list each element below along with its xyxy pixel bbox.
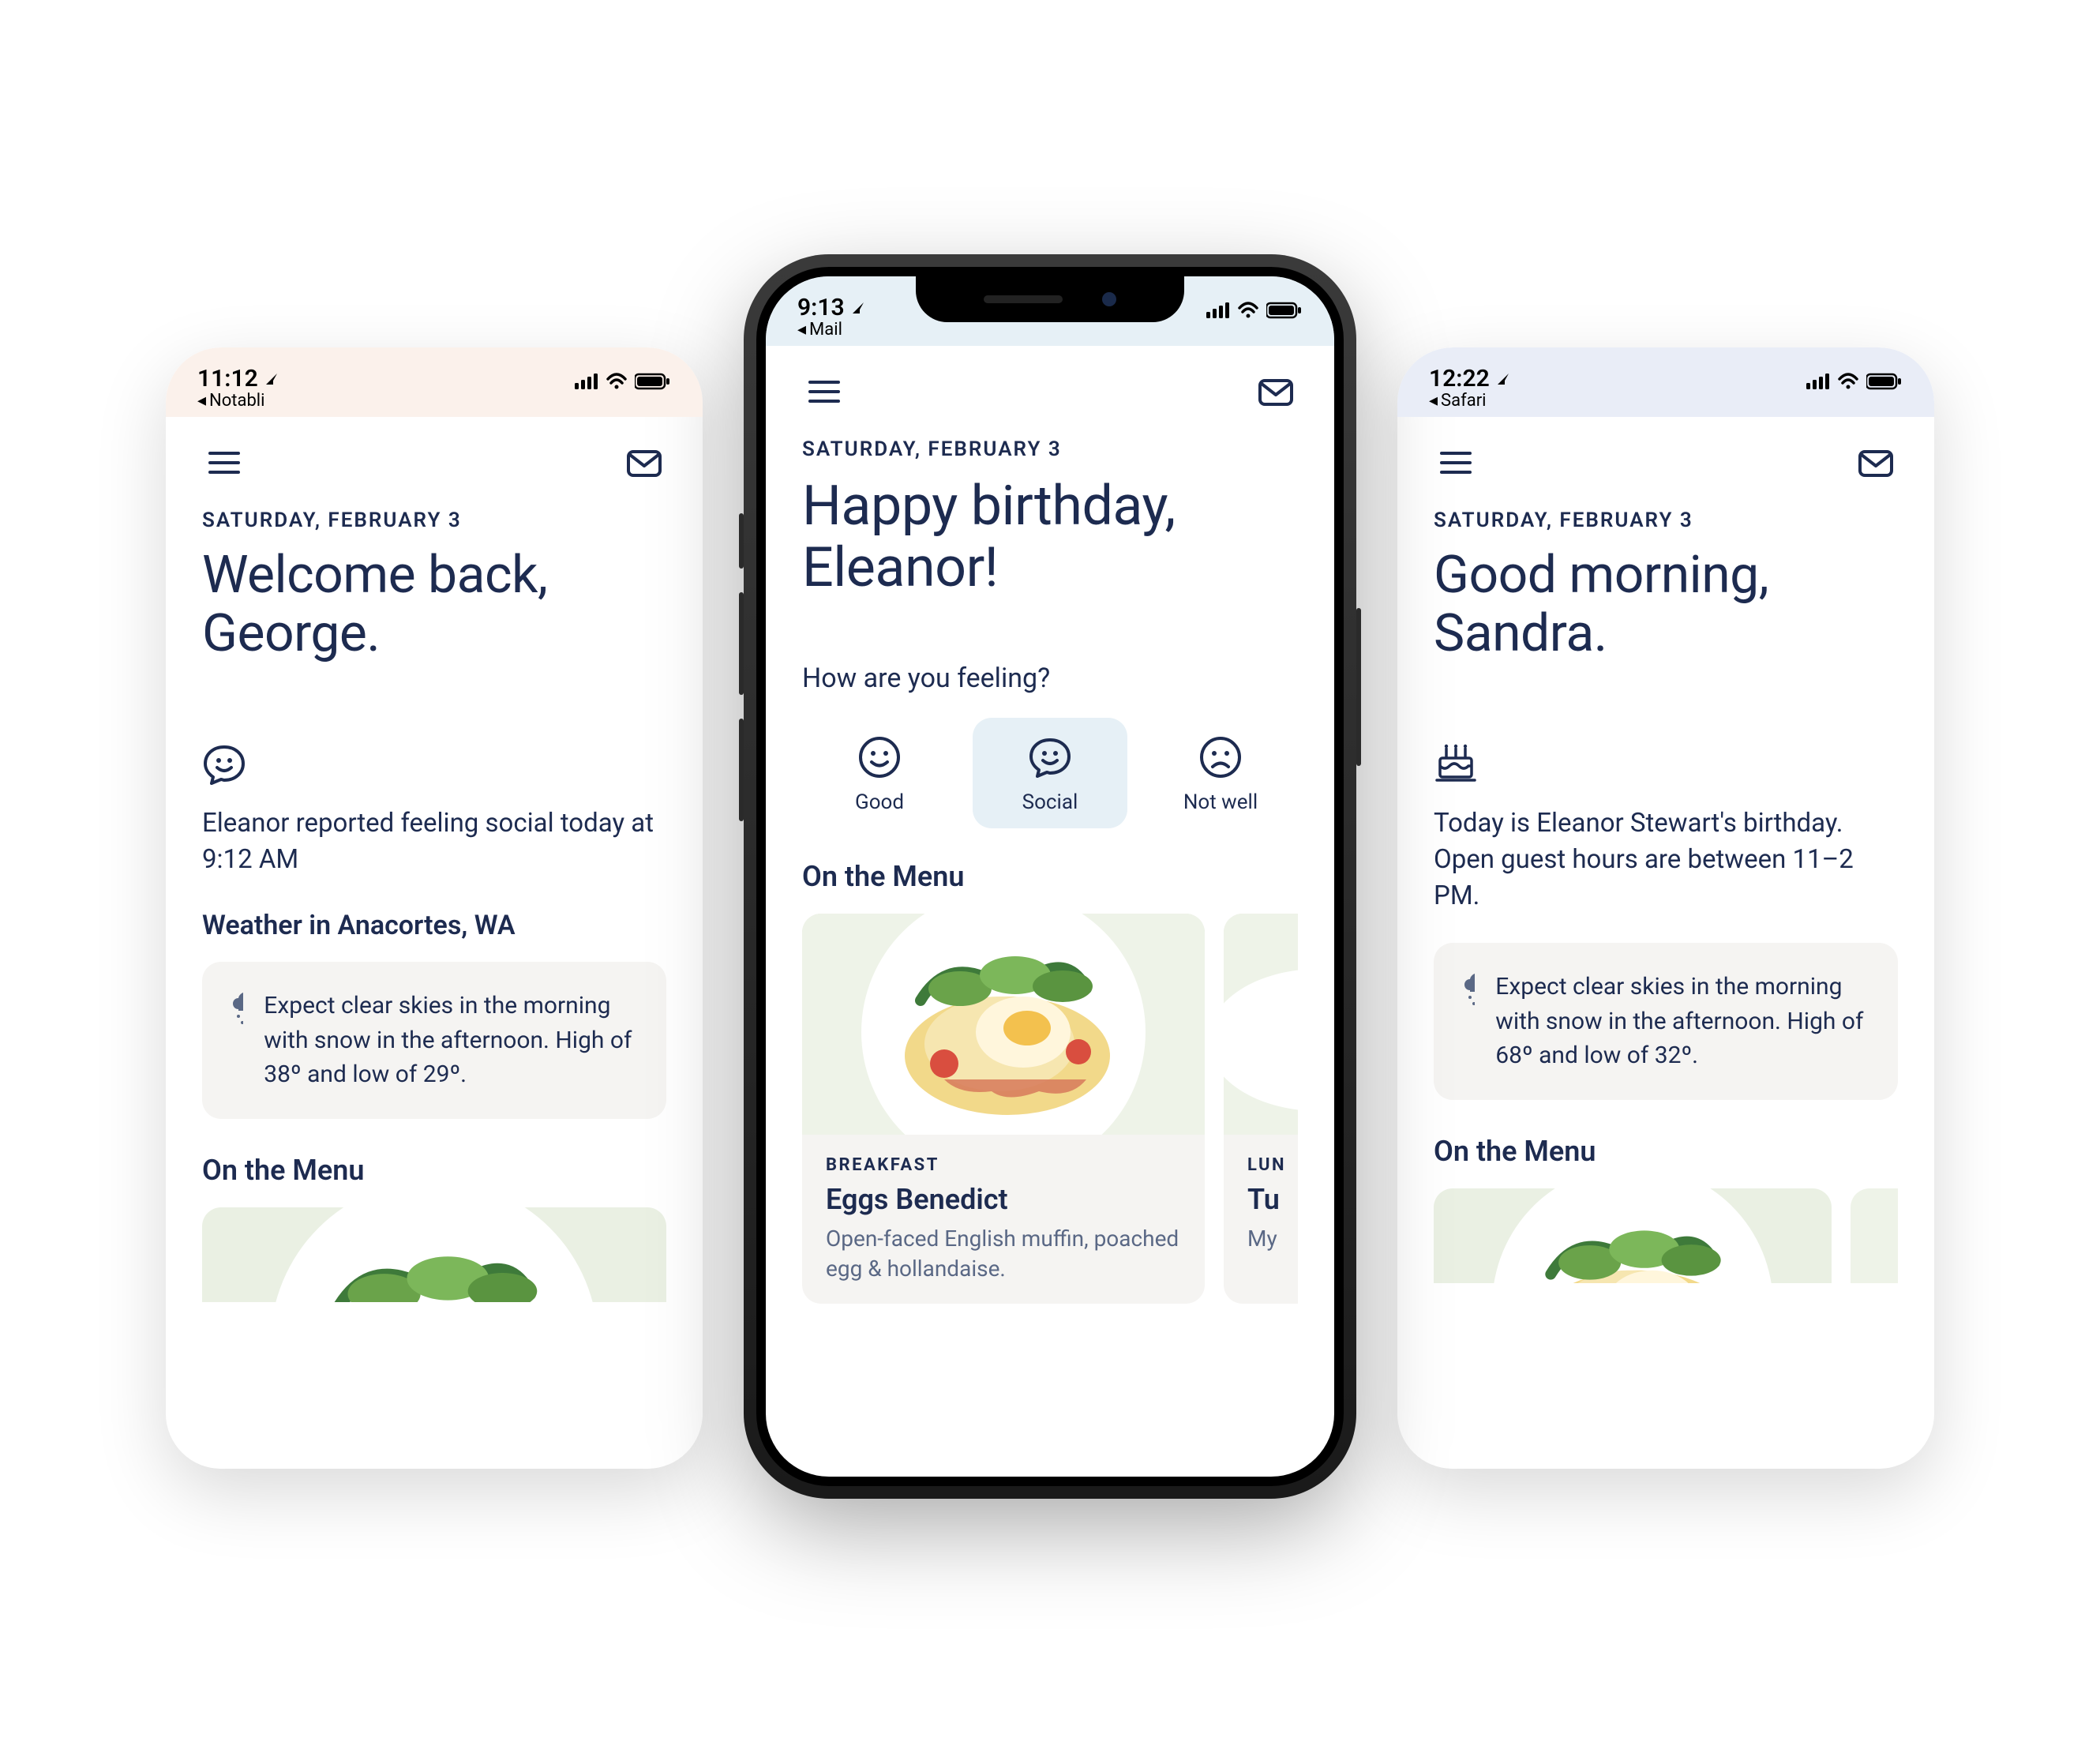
menu-section-title: On the Menu: [1434, 1135, 1898, 1168]
status-right: [1806, 365, 1903, 390]
hamburger-icon: [807, 374, 842, 409]
mood-option-good[interactable]: Good: [802, 718, 957, 828]
status-time: 12:22: [1429, 365, 1490, 392]
menu-section-title: On the Menu: [202, 1154, 666, 1187]
greeting: Good morning, Sandra.: [1434, 546, 1898, 663]
screen-center: 9:13 ◂Mail: [766, 276, 1334, 1477]
meal-tag: LUN: [1247, 1155, 1298, 1175]
chat-smile-icon: [202, 742, 666, 790]
mood-options: Good Social Not well: [802, 718, 1298, 828]
cake-icon: [1434, 742, 1898, 790]
greeting: Happy birthday, Eleanor!: [802, 475, 1298, 599]
location-arrow-icon: [264, 372, 279, 386]
date-label: SATURDAY, FEBRUARY 3: [1434, 509, 1898, 532]
snow-icon: [1459, 970, 1475, 1009]
inbox-button[interactable]: [1254, 370, 1298, 414]
weather-text: Expect clear skies in the morning with s…: [264, 989, 641, 1092]
meal-name: Tu: [1247, 1183, 1298, 1216]
mood-label: Good: [855, 790, 904, 814]
smile-icon: [857, 735, 902, 779]
location-arrow-icon: [851, 301, 865, 315]
mood-option-notwell[interactable]: Not well: [1143, 718, 1298, 828]
envelope-icon: [625, 444, 663, 482]
status-right: [1206, 294, 1303, 319]
phone-center: 9:13 ◂Mail: [750, 261, 1350, 1492]
menu-card-image: [802, 914, 1205, 1135]
weather-card: Expect clear skies in the morning with s…: [1434, 943, 1898, 1100]
status-back-app[interactable]: ◂Notabli: [197, 391, 279, 411]
status-bar: 12:22 ◂Safari: [1397, 347, 1934, 417]
weather-title: Weather in Anacortes, WA: [202, 910, 666, 941]
status-time: 11:12: [197, 365, 258, 392]
weather-card: Expect clear skies in the morning with s…: [202, 962, 666, 1119]
menu-button[interactable]: [202, 441, 246, 485]
greeting: Welcome back, George.: [202, 546, 666, 663]
weather-text: Expect clear skies in the morning with s…: [1495, 970, 1873, 1073]
feeling-report-text: Eleanor reported feeling social today at…: [202, 805, 666, 878]
envelope-icon: [1857, 444, 1895, 482]
status-right: [575, 365, 671, 390]
status-bar: 11:12 ◂Notabli: [166, 347, 703, 417]
inbox-button[interactable]: [1854, 441, 1898, 485]
signal-icon: [575, 373, 598, 389]
phone-right: 12:22 ◂Safari: [1397, 347, 1934, 1469]
meal-tag: BREAKFAST: [826, 1155, 1181, 1175]
header: SATURDAY, FEBRUARY 3 Happy birthday, Ele…: [766, 346, 1334, 631]
feeling-report: Eleanor reported feeling social today at…: [202, 742, 666, 878]
menu-button[interactable]: [802, 370, 846, 414]
hamburger-icon: [207, 445, 242, 480]
frown-icon: [1198, 735, 1243, 779]
menu-card-image: [1224, 914, 1298, 1135]
inbox-button[interactable]: [622, 441, 666, 485]
signal-icon: [1206, 302, 1230, 318]
phone-left: 11:12 ◂Notabli: [166, 347, 703, 1469]
snow-icon: [227, 989, 243, 1028]
location-arrow-icon: [1496, 372, 1510, 386]
mood-question: How are you feeling?: [802, 663, 1298, 694]
menu-card-breakfast[interactable]: BREAKFAST Eggs Benedict Open-faced Engli…: [802, 914, 1205, 1304]
screen-left: 11:12 ◂Notabli: [166, 347, 703, 1469]
status-back-app[interactable]: ◂Safari: [1429, 391, 1510, 411]
mood-label: Not well: [1183, 790, 1258, 814]
date-label: SATURDAY, FEBRUARY 3: [802, 437, 1298, 461]
meal-desc: My: [1247, 1224, 1298, 1254]
header: SATURDAY, FEBRUARY 3 Good morning, Sandr…: [1397, 417, 1934, 695]
birthday-notice: Today is Eleanor Stewart's birthday. Ope…: [1434, 742, 1898, 915]
menu-peek[interactable]: [202, 1207, 666, 1302]
birthday-notice-text: Today is Eleanor Stewart's birthday. Ope…: [1434, 805, 1898, 915]
envelope-icon: [1257, 373, 1295, 411]
hamburger-icon: [1438, 445, 1473, 480]
menu-section-title: On the Menu: [802, 860, 1298, 893]
device-notch: [916, 276, 1184, 322]
meal-desc: Open-faced English muffin, poached egg &…: [826, 1224, 1181, 1284]
screen-right: 12:22 ◂Safari: [1397, 347, 1934, 1469]
menu-button[interactable]: [1434, 441, 1478, 485]
date-label: SATURDAY, FEBRUARY 3: [202, 509, 666, 532]
signal-icon: [1806, 373, 1830, 389]
menu-carousel[interactable]: BREAKFAST Eggs Benedict Open-faced Engli…: [802, 914, 1298, 1304]
battery-icon: [1866, 373, 1903, 390]
battery-icon: [635, 373, 671, 390]
chat-smile-icon: [1028, 735, 1072, 779]
status-back-app[interactable]: ◂Mail: [797, 320, 865, 340]
mood-label: Social: [1022, 790, 1078, 814]
wifi-icon: [1238, 302, 1258, 319]
wifi-icon: [606, 373, 627, 390]
mood-option-social[interactable]: Social: [973, 718, 1127, 828]
battery-icon: [1266, 302, 1303, 319]
meal-name: Eggs Benedict: [826, 1183, 1181, 1216]
wifi-icon: [1838, 373, 1858, 390]
menu-card-lunch[interactable]: LUN Tu My: [1224, 914, 1298, 1304]
menu-peek[interactable]: [1434, 1188, 1898, 1283]
status-time: 9:13: [797, 294, 845, 321]
header: SATURDAY, FEBRUARY 3 Welcome back, Georg…: [166, 417, 703, 695]
